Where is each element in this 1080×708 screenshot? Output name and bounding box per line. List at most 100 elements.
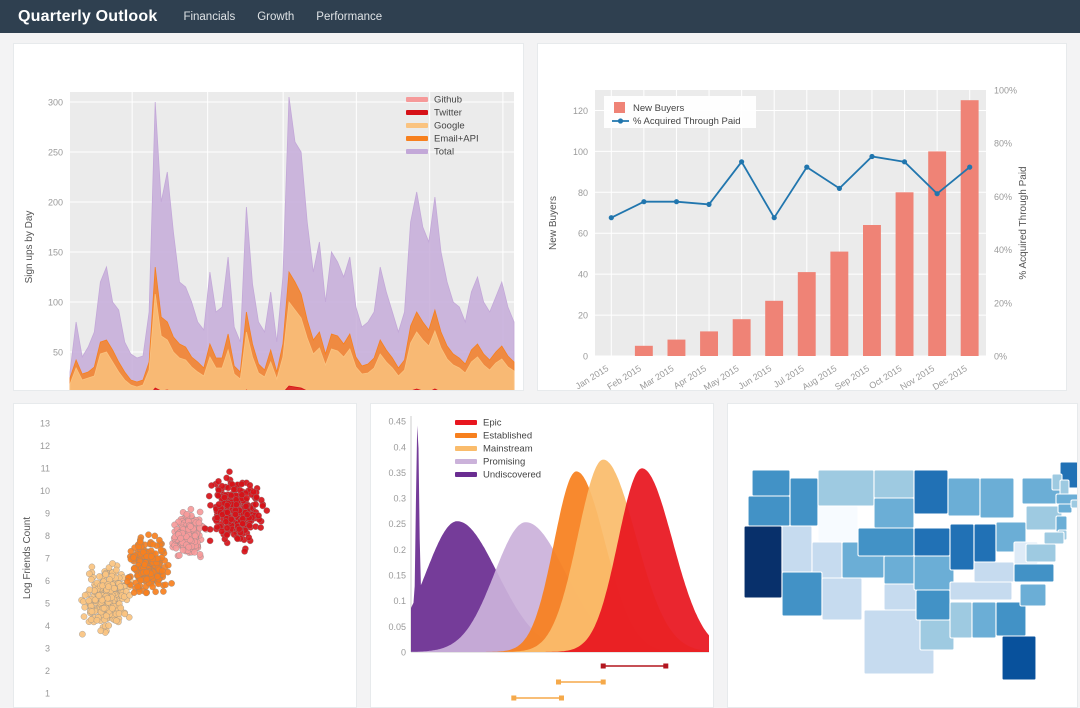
legend-label-established: Established [483,431,532,442]
scatter-point [142,589,150,597]
map-state-md[interactable] [1043,531,1065,545]
nav-link-financials[interactable]: Financials [183,11,235,23]
line-point-oct-2015[interactable] [901,159,908,165]
y-tick-label: 5 [45,598,50,608]
y-tick-label: 3 [45,643,50,653]
map-state-nc[interactable] [1013,563,1055,583]
line-point-aug-2015[interactable] [836,185,842,191]
legend-label-undiscovered: Undiscovered [483,470,541,481]
bar-oct-2015[interactable] [895,192,914,356]
map-state-id[interactable] [789,477,819,527]
scatter-point [255,512,262,519]
map-state-mn[interactable] [913,469,949,515]
bar-mar-2015[interactable] [667,339,686,356]
line-point-dec-2015[interactable] [967,164,973,170]
map-state-il[interactable] [949,523,975,571]
legend-swatch-twitter [406,110,428,115]
scatter-point [243,511,251,518]
map-state-fl[interactable] [1001,635,1037,681]
established-interval-end-marker [558,695,564,701]
y-tick-label: 0 [583,352,588,362]
map-state-ri[interactable] [1070,499,1077,509]
bar-aug-2015[interactable] [830,251,849,356]
new-buyers-combo-chart[interactable]: 0 20 40 60 80 100 120 0% 20% 40% 60% 80% 100% New Buy… [538,44,1056,391]
x-tick-label: Nov 2015 [898,363,936,390]
map-state-ga[interactable] [995,601,1027,637]
nav-link-growth[interactable]: Growth [257,11,294,23]
map-state-sd[interactable] [873,497,915,529]
map-state-wa[interactable] [751,469,791,497]
y-tick-label: 7 [45,554,50,564]
map-state-ia[interactable] [913,527,951,557]
map-state-ca[interactable] [743,525,783,599]
plot-background [595,90,986,356]
signups-area-chart[interactable]: 050100150200250300Sign ups by DayNov 320… [14,44,523,390]
map-state-mt[interactable] [817,469,875,507]
map-state-in[interactable] [973,523,997,563]
scatter-point [177,534,184,542]
line-point-nov-2015[interactable] [934,191,940,197]
legend-label-mainstream: Mainstream [483,444,533,455]
line-point-may-2015[interactable] [739,159,745,165]
scatter-point [253,493,260,501]
map-state-ar[interactable] [915,589,951,621]
line-point-jun-2015[interactable] [771,215,777,221]
map-state-nm[interactable] [821,577,863,621]
bar-may-2015[interactable] [732,319,751,356]
map-state-ne[interactable] [857,527,915,557]
line-point-sep-2015[interactable] [869,153,875,160]
y-tick-label: 50 [53,348,63,358]
scatter-point [104,594,111,602]
line-point-jan-2015[interactable] [608,215,614,221]
y-axis-title: New Buyers [548,196,559,250]
map-state-la[interactable] [919,619,955,651]
scatter-point [110,585,118,592]
line-point-apr-2015[interactable] [706,201,712,207]
bar-nov-2015[interactable] [928,151,947,356]
map-state-sc[interactable] [1019,583,1047,607]
y-tick-label: 2 [45,666,50,676]
scatter-point [113,566,120,574]
map-state-ky[interactable] [973,561,1015,583]
y-axis-title: Log Friends Count [22,517,33,599]
scatter-point [242,503,250,510]
map-state-or[interactable] [747,495,791,527]
friends-scatter-chart[interactable]: 12345678910111213Log Friends Count [14,404,356,707]
scatter-point [79,630,86,638]
map-state-mi[interactable] [979,477,1015,519]
line-point-mar-2015[interactable] [673,199,680,205]
nav-link-performance[interactable]: Performance [316,11,382,23]
bar-feb-2015[interactable] [634,345,653,356]
map-state-va[interactable] [1025,543,1057,563]
scatter-point [187,505,195,513]
y-tick-label: 0.4 [393,442,406,452]
scatter-point [246,481,254,489]
line-point-jul-2015[interactable] [804,164,810,170]
legend-swatch-new-buyers [614,102,625,113]
scatter-point [221,494,228,501]
scatter-point [124,578,131,585]
us-choropleth-map[interactable] [728,404,1077,707]
bar-dec-2015[interactable] [960,100,979,356]
map-state-wi[interactable] [947,477,981,517]
scatter-point [134,583,142,590]
map-state-ct[interactable] [1057,503,1073,514]
tier-density-chart[interactable]: 0 0.05 0.1 0.15 0.2 0.25 0.3 0.35 0.4 0.45 Epic Est… [371,404,713,707]
map-state-nv[interactable] [781,525,813,573]
map-state-ms[interactable] [949,601,973,639]
brand-title[interactable]: Quarterly Outlook [18,8,157,26]
scatter-point [235,525,243,533]
map-state-nd[interactable] [873,469,915,499]
map-state-az[interactable] [781,571,823,617]
bar-jun-2015[interactable] [765,300,784,356]
scatter-point [213,523,221,531]
scatter-point [206,537,214,545]
line-point-feb-2015[interactable] [641,199,647,205]
map-state-tn[interactable] [949,581,1013,601]
bar-apr-2015[interactable] [700,331,718,356]
bar-jul-2015[interactable] [797,272,816,356]
map-state-wy[interactable] [817,505,859,543]
bar-sep-2015[interactable] [863,225,881,356]
map-state-al[interactable] [971,601,997,639]
map-state-mo[interactable] [913,555,955,591]
